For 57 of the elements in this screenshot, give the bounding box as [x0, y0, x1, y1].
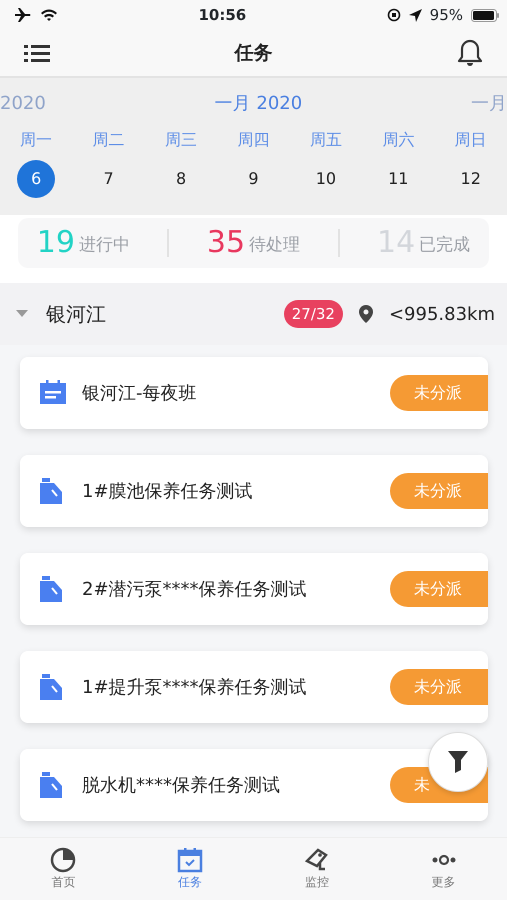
weekday-label: 周一: [20, 129, 52, 151]
stat-label: 待处理: [249, 234, 300, 256]
filter-button[interactable]: [428, 732, 488, 792]
weekday-label: 周五: [310, 129, 342, 151]
calendar-day[interactable]: 6: [17, 160, 56, 198]
pie-chart-icon: [50, 847, 76, 873]
weekday-label: 周三: [165, 129, 198, 151]
task-title: 脱水机****保养任务测试: [82, 774, 281, 798]
bell-icon[interactable]: [457, 39, 483, 67]
battery-icon: [471, 8, 500, 22]
task-card[interactable]: 1#膜池保养任务测试 未分派: [20, 455, 488, 527]
weekday-label: 周四: [237, 129, 270, 151]
page-title: 任务: [234, 40, 272, 66]
task-card[interactable]: 银河江-每夜班 未分派: [20, 357, 488, 429]
menu-icon[interactable]: [24, 43, 50, 63]
status-tag: 未分派: [390, 669, 488, 705]
group-name: 银河江: [46, 301, 107, 328]
calendar-day[interactable]: 10: [306, 160, 345, 198]
airplane-icon: [14, 7, 32, 23]
status-time: 10:56: [197, 4, 248, 26]
calendar-day[interactable]: 8: [162, 160, 200, 198]
task-card[interactable]: 脱水机****保养任务测试 未: [20, 749, 488, 821]
task-title: 1#提升泵****保养任务测试: [82, 676, 308, 700]
task-card[interactable]: 2#潜污泵****保养任务测试 未分派: [20, 553, 488, 625]
tab-item[interactable]: 监控: [254, 838, 380, 900]
group-header[interactable]: 银河江 27/32 <995.83km: [0, 283, 507, 345]
location-pin-icon: [358, 305, 373, 323]
tab-item[interactable]: 更多: [380, 838, 507, 900]
tab-item[interactable]: 首页: [0, 838, 127, 900]
rotation-lock-icon: [386, 8, 401, 22]
count-badge: 27/32: [284, 300, 343, 328]
tab-item[interactable]: 任务: [126, 838, 254, 900]
status-tag: 未分派: [390, 473, 488, 509]
status-tag: 未分派: [390, 375, 488, 411]
task-title: 1#膜池保养任务测试: [82, 480, 254, 504]
task-card[interactable]: 1#提升泵****保养任务测试 未分派: [20, 651, 488, 723]
camera-icon: [304, 847, 330, 873]
stat-label: 已完成: [419, 234, 470, 256]
calendar-day[interactable]: 7: [90, 160, 128, 198]
wifi-icon: [40, 8, 58, 22]
weekday-label: 周日: [454, 129, 487, 151]
calendar-check-icon: [177, 847, 204, 873]
calendar-day[interactable]: 11: [379, 160, 418, 198]
status-tag: 未分派: [390, 571, 488, 607]
stat-count[interactable]: 35: [206, 228, 246, 258]
filter-icon: [448, 751, 468, 773]
calendar-day[interactable]: 12: [452, 160, 490, 198]
weekday-label: 周二: [92, 129, 125, 151]
task-title: 银河江-每夜班: [82, 382, 198, 406]
distance-text: <995.83km: [388, 302, 495, 326]
calendar-icon: [40, 380, 66, 406]
stat-label: 进行中: [78, 234, 130, 256]
location-arrow-icon: [408, 8, 422, 22]
task-title: 2#潜污泵****保养任务测试: [82, 578, 308, 602]
battery-percent: 95%: [430, 4, 464, 26]
calendar-day[interactable]: 9: [234, 160, 272, 198]
weekday-label: 周六: [382, 129, 414, 151]
